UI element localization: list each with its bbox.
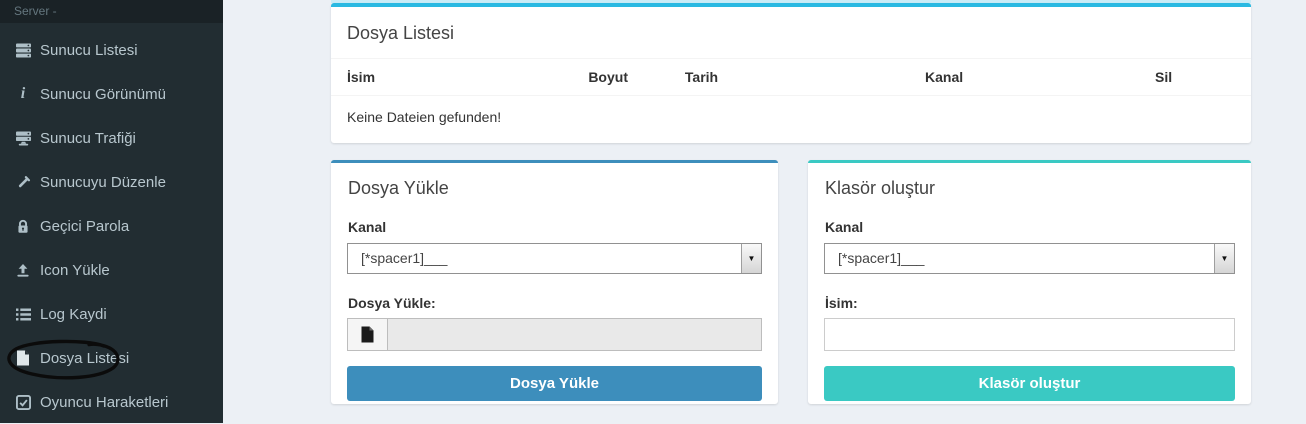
channel-label: Kanal	[348, 219, 387, 235]
dropdown-arrow-icon: ▼	[741, 244, 761, 273]
sidebar-item-label: Dosya Listesi	[40, 349, 130, 367]
column-header-tarih: Tarih	[676, 59, 918, 96]
panel-title: Dosya Listesi	[331, 7, 1251, 59]
panel-title: Dosya Yükle	[348, 178, 449, 198]
sidebar-item-log-kaydi[interactable]: Log Kaydi	[0, 292, 223, 336]
empty-message: Keine Dateien gefunden!	[347, 109, 502, 125]
create-folder-button[interactable]: Klasör oluştur	[824, 366, 1235, 401]
wrench-icon	[13, 175, 33, 190]
sidebar-item-label: Geçici Parola	[40, 217, 130, 235]
sidebar-item-sunucu-trafigi[interactable]: Sunucu Trafiği	[0, 116, 223, 160]
sidebar-item-dosya-listesi[interactable]: Dosya Listesi	[0, 336, 223, 380]
server-icon	[13, 42, 33, 58]
channel-select[interactable]: [*spacer1]___ ▼	[347, 243, 762, 274]
file-icon	[13, 350, 33, 366]
sidebar-item-oyuncu-haraketleri[interactable]: Oyuncu Haraketleri	[0, 380, 223, 424]
channel-select[interactable]: [*spacer1]___ ▼	[824, 243, 1235, 274]
table-header-row: İsim Boyut Tarih Kanal Sil	[331, 59, 1251, 96]
file-picker[interactable]	[347, 318, 762, 351]
file-upload-panel: Dosya Yükle Kanal [*spacer1]___ ▼ Dosya …	[331, 160, 778, 404]
column-header-kanal: Kanal	[917, 59, 1148, 96]
sidebar: Server - Sunucu Listesi i Sunucu Görünüm…	[0, 0, 223, 423]
file-list-table: İsim Boyut Tarih Kanal Sil Keine Dateien…	[331, 59, 1251, 138]
sidebar-item-icon-yukle[interactable]: Icon Yükle	[0, 248, 223, 292]
list-icon	[13, 307, 33, 322]
file-list-panel: Dosya Listesi İsim Boyut Tarih Kanal Sil…	[331, 3, 1251, 143]
check-square-icon	[13, 394, 33, 410]
file-upload-label: Dosya Yükle:	[348, 295, 436, 311]
sidebar-item-label: Sunucu Listesi	[40, 41, 138, 59]
column-header-isim: İsim	[331, 59, 581, 96]
channel-select-value: [*spacer1]___	[838, 250, 925, 266]
sidebar-item-sunucu-gorunumu[interactable]: i Sunucu Görünümü	[0, 72, 223, 116]
sidebar-item-label: Sunucuyu Düzenle	[40, 173, 166, 191]
dropdown-arrow-icon: ▼	[1214, 244, 1234, 273]
sidebar-item-label: Sunucu Trafiği	[40, 129, 136, 147]
file-icon	[347, 318, 388, 351]
create-folder-panel: Klasör oluştur Kanal [*spacer1]___ ▼ İsi…	[808, 160, 1251, 404]
channel-select-value: [*spacer1]___	[361, 250, 448, 266]
folder-name-input[interactable]	[824, 318, 1235, 351]
upload-icon	[13, 263, 33, 278]
sidebar-item-sunucuyu-duzenle[interactable]: Sunucuyu Düzenle	[0, 160, 223, 204]
file-input-field[interactable]	[388, 318, 762, 351]
sidebar-item-sunucu-listesi[interactable]: Sunucu Listesi	[0, 28, 223, 72]
sidebar-item-label: Icon Yükle	[40, 261, 110, 279]
channel-label: Kanal	[825, 219, 864, 235]
column-header-boyut: Boyut	[580, 59, 677, 96]
sidebar-item-label: Log Kaydi	[40, 305, 107, 323]
column-header-sil: Sil	[1147, 59, 1251, 96]
folder-name-label: İsim:	[825, 295, 858, 311]
info-icon: i	[20, 85, 26, 102]
sidebar-menu: Sunucu Listesi i Sunucu Görünümü Sunucu …	[0, 23, 223, 424]
sidebar-section-header: Server -	[0, 0, 223, 23]
sidebar-item-label: Sunucu Görünümü	[40, 85, 166, 103]
lock-icon	[13, 219, 33, 234]
sidebar-item-label: Oyuncu Haraketleri	[40, 393, 169, 411]
sidebar-item-gecici-parola[interactable]: Geçici Parola	[0, 204, 223, 248]
panel-title: Klasör oluştur	[825, 178, 936, 198]
server-traffic-icon	[13, 130, 33, 146]
upload-button[interactable]: Dosya Yükle	[347, 366, 762, 401]
table-row: Keine Dateien gefunden!	[331, 96, 1251, 139]
